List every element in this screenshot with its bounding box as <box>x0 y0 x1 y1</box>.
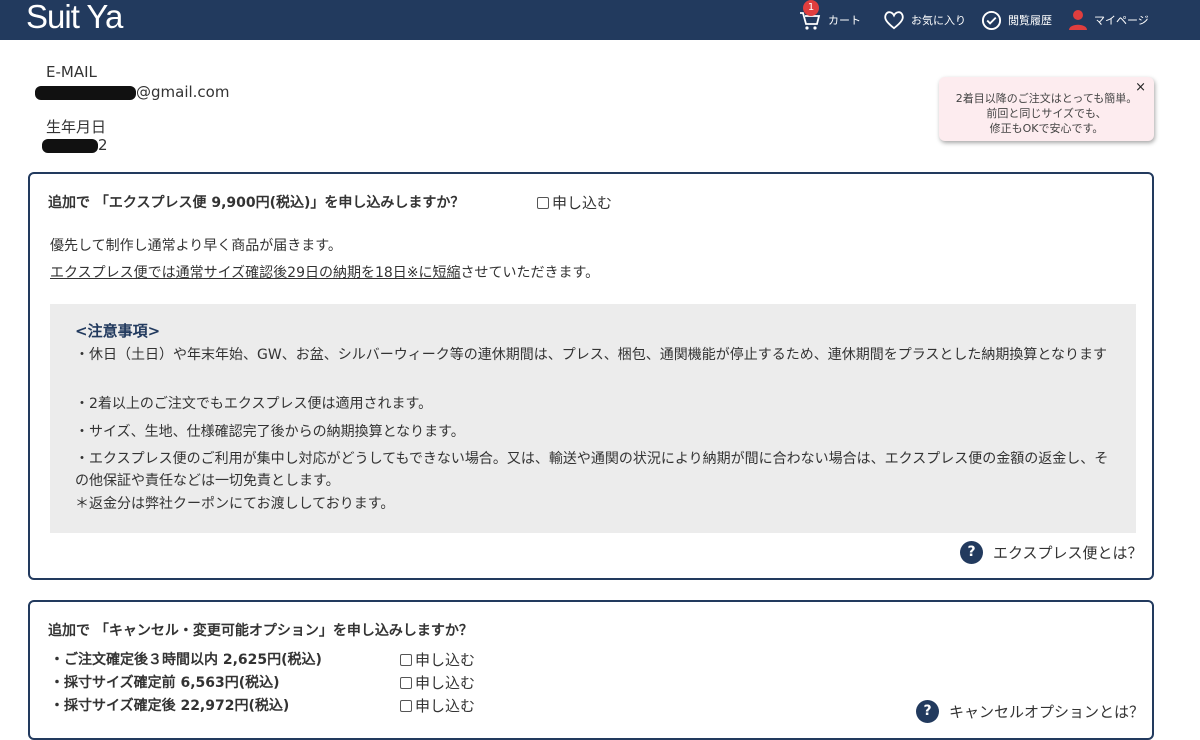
checkbox-icon[interactable] <box>400 677 412 689</box>
express-description-rest: させていただきます。 <box>460 265 600 281</box>
express-apply-checkbox[interactable]: 申し込む <box>537 192 612 213</box>
notice-title: <注意事項> <box>75 322 161 340</box>
cancel-option-label: ・採寸サイズ確定前 6,563円(税込) <box>50 675 280 691</box>
cart-label: カート <box>828 14 861 27</box>
mypage-link[interactable]: マイページ <box>1068 0 1149 40</box>
help-icon: ? <box>960 541 983 564</box>
express-shortening-note: エクスプレス便では通常サイズ確認後29日の納期を18日※に短縮 <box>50 265 461 281</box>
cart-count-badge: 1 <box>803 0 819 16</box>
birthday-suffix: 2 <box>98 136 108 154</box>
redaction-mark <box>42 139 98 153</box>
express-description-2: エクスプレス便では通常サイズ確認後29日の納期を18日※に短縮させていただきます… <box>50 262 599 282</box>
express-description: 優先して制作し通常より早く商品が届きます。 <box>50 238 342 254</box>
site-logo[interactable]: Suit Ya <box>26 0 123 36</box>
checkbox-icon[interactable] <box>400 700 412 712</box>
cancel-apply-label: 申し込む <box>415 674 476 692</box>
express-help-label: エクスプレス便とは？ <box>993 544 1143 562</box>
help-icon: ? <box>916 700 939 723</box>
favorites-label: お気に入り <box>911 14 966 27</box>
mypage-label: マイページ <box>1094 14 1149 27</box>
toast-line: 2着目以降のご注文はとっても簡単。 <box>955 92 1138 105</box>
cancel-option-checkbox[interactable]: 申し込む <box>400 695 475 716</box>
cancel-help-label: キャンセルオプションとは？ <box>949 703 1145 721</box>
history-link[interactable]: 閲覧履歴 <box>981 0 1052 40</box>
birthday-label: 生年月日 <box>46 118 107 136</box>
express-option-card: 追加で 「エクスプレス便 9,900円(税込)」を申し込みしますか？ 申し込む … <box>28 172 1154 580</box>
toast-line: 修正もOKで安心です。 <box>989 122 1104 135</box>
heart-icon <box>883 10 905 30</box>
express-question: 追加で 「エクスプレス便 9,900円(税込)」を申し込みしますか？ <box>48 195 465 211</box>
cancel-option-label: ・採寸サイズ確定後 22,972円(税込) <box>50 698 290 714</box>
notice-item: ・2着以上のご注文でもエクスプレス便は適用されます。 <box>75 396 433 412</box>
notice-item: ・休日（土日）や年末年始、GW、お盆、シルバーウィーク等の連休期間は、プレス、梱… <box>75 347 1107 363</box>
checkbox-icon[interactable] <box>537 197 549 209</box>
site-header: Suit Ya カート お気に入り 閲覧履歴 マイページ <box>0 0 1200 40</box>
notice-item: ・サイズ、生地、仕様確認完了後からの納期換算となります。 <box>75 424 465 440</box>
notice-item: ・エクスプレス便のご利用が集中し対応がどうしてもできない場合。又は、輸送や通関の… <box>75 451 1109 489</box>
history-label: 閲覧履歴 <box>1008 14 1052 27</box>
promo-toast: × 2着目以降のご注文はとっても簡単。 前回と同じサイズでも、 修正もOKで安心… <box>939 77 1154 141</box>
express-apply-label: 申し込む <box>552 194 613 212</box>
cancel-apply-label: 申し込む <box>415 697 476 715</box>
notice-box: <注意事項> ・休日（土日）や年末年始、GW、お盆、シルバーウィーク等の連休期間… <box>50 304 1136 533</box>
close-icon[interactable]: × <box>1135 80 1146 95</box>
email-domain: @gmail.com <box>136 83 230 101</box>
email-label: E-MAIL <box>46 63 97 81</box>
cancel-option-checkbox[interactable]: 申し込む <box>400 649 475 670</box>
cancel-option-checkbox[interactable]: 申し込む <box>400 672 475 693</box>
checkbox-icon[interactable] <box>400 654 412 666</box>
cancel-option-card: 追加で 「キャンセル・変更可能オプション」を申し込みしますか？ ・ご注文確定後３… <box>28 600 1154 740</box>
notice-item: ＊返金分は弊社クーポンにてお渡ししております。 <box>75 496 395 512</box>
cancel-question: 追加で 「キャンセル・変更可能オプション」を申し込みしますか？ <box>48 623 473 639</box>
redaction-mark <box>35 86 136 100</box>
cancel-apply-label: 申し込む <box>415 651 476 669</box>
user-icon <box>1068 9 1088 31</box>
favorites-link[interactable]: お気に入り <box>883 0 966 40</box>
check-circle-icon <box>981 10 1002 31</box>
express-help-link[interactable]: ? エクスプレス便とは？ <box>960 541 1143 564</box>
toast-line: 前回と同じサイズでも、 <box>986 107 1107 120</box>
cancel-help-link[interactable]: ? キャンセルオプションとは？ <box>916 700 1144 723</box>
cancel-option-label: ・ご注文確定後３時間以内 2,625円(税込) <box>50 652 322 668</box>
